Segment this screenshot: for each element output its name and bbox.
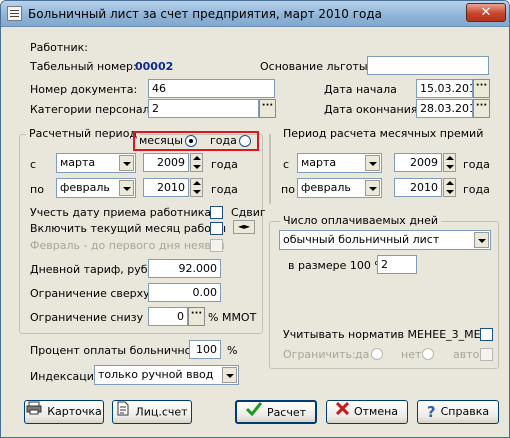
question-icon: ? [426, 403, 436, 421]
title-bar: Больничный лист за счет предприятия, мар… [1, 1, 509, 27]
payment-percent-label: Процент оплаты больничного [30, 344, 204, 357]
calculate-button[interactable]: Расчет [235, 400, 317, 424]
shift-arrows-control[interactable]: ◄► [233, 220, 255, 234]
period-to-year-spinner[interactable] [190, 178, 203, 197]
percent-100-label: в размере 100 % [288, 259, 385, 272]
include-current-label: Включить текущий месяц работы [30, 222, 227, 235]
doc-number-label: Номер документа: [30, 83, 138, 96]
hire-date-label: Учесть дату приема работника [30, 206, 212, 219]
checkmark-icon [245, 402, 263, 424]
upper-limit-label: Ограничение сверху [30, 287, 150, 300]
document-icon [116, 401, 130, 424]
mode-years-radio[interactable] [239, 135, 251, 147]
february-checkbox [210, 239, 223, 252]
mmot-label: % ММОТ [208, 311, 257, 324]
employee-label: Работник: [30, 41, 88, 54]
bonus-to-label: по [281, 183, 295, 196]
doc-number-field[interactable]: 46 [148, 79, 275, 98]
indexation-label: Индексация [30, 370, 101, 383]
end-date-label: Дата окончания [324, 103, 418, 116]
start-date-label: Дата начала [324, 83, 397, 96]
bonus-from-year-field[interactable]: 2009 [394, 153, 442, 172]
dialog-window: Больничный лист за счет предприятия, мар… [0, 0, 510, 438]
calc-period-title: Расчетный период [26, 127, 141, 140]
period-from-year-field[interactable]: 2009 [143, 153, 189, 172]
end-date-field[interactable]: 28.03.2010 [416, 99, 473, 118]
period-to-label: по [30, 183, 44, 196]
bonus-to-month-select[interactable]: февраль [297, 178, 382, 198]
window-title: Больничный лист за счет предприятия, мар… [28, 7, 383, 21]
hire-date-checkbox[interactable] [210, 206, 223, 219]
mode-years-label: года [210, 134, 237, 147]
lower-limit-field[interactable]: 0 [148, 307, 188, 326]
chevron-down-icon [222, 367, 237, 383]
period-from-month-select[interactable]: марта [56, 153, 136, 173]
percent-100-field[interactable]: 2 [377, 255, 417, 274]
tab-number-value: 00002 [135, 60, 174, 73]
lower-limit-picker-button[interactable]: ··· [188, 307, 205, 326]
benefit-basis-label: Основание льготы: [260, 60, 372, 73]
category-picker-button[interactable]: ··· [259, 99, 276, 118]
tab-number-label: Табельный номер: [30, 60, 137, 73]
bonus-from-label: с [283, 158, 290, 171]
restrict-auto-checkbox [480, 348, 493, 361]
restrict-auto-label: авто [453, 348, 480, 361]
period-from-year-suffix: года [211, 158, 238, 171]
bonus-period-group [269, 134, 271, 204]
period-from-label: с [30, 158, 37, 171]
cancel-button[interactable]: Отмена [326, 400, 408, 424]
start-date-picker-button[interactable]: ··· [473, 79, 490, 98]
card-button[interactable]: Карточка [24, 400, 104, 424]
bonus-to-year-spinner[interactable] [443, 178, 456, 197]
printer-icon [26, 401, 42, 423]
close-icon [335, 401, 350, 423]
help-button[interactable]: ? Справка [417, 400, 499, 424]
mode-months-radio[interactable] [185, 135, 197, 147]
norm-label: Учитывать норматив МЕНЕЕ_3_МЕС [283, 328, 489, 341]
bonus-to-year-field[interactable]: 2010 [394, 178, 442, 197]
chevron-down-icon [365, 180, 380, 196]
bonus-from-year-suffix: года [463, 158, 490, 171]
period-to-year-suffix: года [211, 183, 238, 196]
chevron-down-icon [119, 180, 134, 196]
lower-limit-label: Ограничение снизу [30, 311, 144, 324]
close-button[interactable]: ✕ [466, 3, 506, 22]
account-button[interactable]: Лиц.счет [112, 400, 192, 424]
category-field[interactable]: 2 [148, 99, 259, 118]
mode-months-label: месяцы [139, 134, 183, 147]
period-to-month-select[interactable]: февраль [56, 178, 136, 198]
chevron-down-icon [119, 155, 134, 171]
paid-days-title: Число оплачиваемых дней [280, 214, 442, 227]
daily-rate-label: Дневной тариф, руб. [30, 263, 152, 276]
period-from-year-spinner[interactable] [190, 153, 203, 172]
include-current-checkbox[interactable] [210, 222, 223, 235]
end-date-picker-button[interactable]: ··· [473, 99, 490, 118]
restrict-yes-label: да [355, 348, 370, 361]
benefit-basis-field[interactable] [367, 56, 489, 75]
chevron-down-icon [474, 232, 489, 248]
bonus-from-year-spinner[interactable] [443, 153, 456, 172]
daily-rate-field[interactable]: 92.000 [148, 259, 221, 278]
bonus-to-year-suffix: года [463, 183, 490, 196]
norm-checkbox[interactable] [480, 328, 493, 341]
bonus-from-month-select[interactable]: марта [297, 153, 382, 173]
shift-label: Сдвиг [231, 206, 266, 219]
chevron-down-icon [365, 155, 380, 171]
february-label: Февраль - до первого дня неявки [30, 239, 225, 252]
restrict-yes-radio [371, 348, 383, 360]
payment-percent-field[interactable]: 100 [189, 340, 221, 359]
restrict-no-radio [422, 348, 434, 360]
app-icon [7, 6, 22, 21]
upper-limit-field[interactable]: 0.00 [148, 283, 221, 302]
indexation-select[interactable]: только ручной ввод [94, 365, 239, 385]
start-date-field[interactable]: 15.03.2010 [416, 79, 473, 98]
sick-leave-type-select[interactable]: обычный больничный лист [279, 230, 491, 250]
payment-percent-sign: % [227, 344, 238, 357]
restrict-label: Ограничить: [283, 348, 356, 361]
restrict-no-label: нет [401, 348, 422, 361]
period-to-year-field[interactable]: 2010 [143, 178, 189, 197]
category-label: Категории персонала: [30, 103, 161, 116]
bonus-period-title: Период расчета месячных премий [280, 127, 487, 140]
